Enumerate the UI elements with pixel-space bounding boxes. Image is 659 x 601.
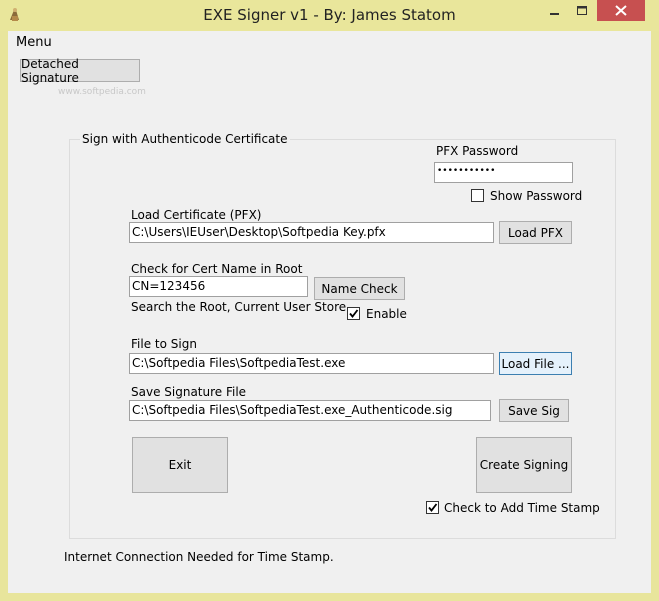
menu-item-menu[interactable]: Menu [16,35,52,50]
maximize-button[interactable] [569,0,596,21]
minimize-icon [549,12,559,15]
enable-label: Enable [366,307,407,321]
group-title: Sign with Authenticode Certificate [80,132,290,146]
pfx-password-label: PFX Password [436,144,519,158]
save-sig-button[interactable]: Save Sig [499,399,569,422]
app-window: EXE Signer v1 - By: James Statom Menu De… [0,0,659,601]
close-button[interactable] [597,0,645,21]
cert-name-label: Check for Cert Name in Root [131,262,303,276]
enable-checkbox[interactable] [347,307,360,320]
client-area: Menu Detached Signature www.softpedia.co… [8,31,651,593]
certificate-path-input[interactable]: C:\Users\IEUser\Desktop\Softpedia Key.pf… [129,222,494,243]
minimize-button[interactable] [541,0,568,21]
load-certificate-label: Load Certificate (PFX) [131,208,262,222]
save-signature-input[interactable]: C:\Softpedia Files\SoftpediaTest.exe_Aut… [129,400,491,421]
watermark-text: www.softpedia.com [58,87,146,97]
load-pfx-button[interactable]: Load PFX [499,221,572,244]
file-to-sign-label: File to Sign [131,337,197,351]
checkmark-icon [349,309,359,318]
save-signature-label: Save Signature File [131,385,247,399]
timestamp-label: Check to Add Time Stamp [444,501,600,515]
title-bar[interactable]: EXE Signer v1 - By: James Statom [0,0,659,31]
file-to-sign-input[interactable]: C:\Softpedia Files\SoftpediaTest.exe [129,353,494,374]
show-password-checkbox[interactable] [471,189,484,202]
cert-name-input[interactable]: CN=123456 [129,276,308,297]
detached-signature-button[interactable]: Detached Signature [20,57,140,85]
timestamp-checkbox[interactable] [426,501,439,514]
menu-bar: Menu [8,31,651,53]
close-icon [615,5,627,16]
name-check-button[interactable]: Name Check [314,277,405,300]
exit-button[interactable]: Exit [132,437,228,493]
pfx-password-input[interactable]: ••••••••••• [434,162,573,183]
internet-connection-note: Internet Connection Needed for Time Stam… [64,550,334,564]
load-file-button[interactable]: Load File ... [499,352,572,375]
search-root-text: Search the Root, Current User Store [131,300,347,314]
create-signing-button[interactable]: Create Signing [476,437,572,493]
checkmark-icon [428,503,438,512]
show-password-label: Show Password [490,189,583,203]
maximize-icon [577,5,587,15]
